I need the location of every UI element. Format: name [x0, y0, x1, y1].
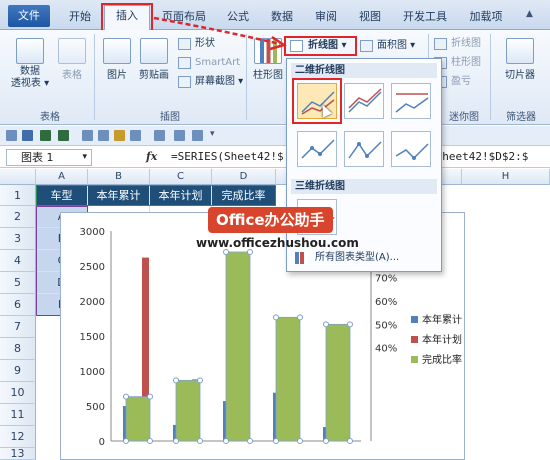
formula-bar: 图表 1 ▾ fx =SERIES(Sheet42!$ ,Sheet42!$D$2… — [0, 147, 550, 168]
row-header[interactable]: 2 — [0, 206, 36, 228]
row-header[interactable]: 9 — [0, 360, 36, 382]
selection-handle — [147, 438, 153, 444]
column-header[interactable]: D — [212, 169, 276, 185]
chevron-down-icon[interactable]: ▾ — [82, 150, 87, 165]
selection-handle — [273, 314, 279, 321]
selection-handle — [323, 321, 329, 328]
y-tick-label: 500 — [86, 402, 105, 413]
legend-swatch — [411, 336, 418, 343]
redo-icon[interactable] — [58, 130, 69, 141]
watermark-logo: Office办公助手 — [208, 207, 333, 233]
selection-handle — [297, 438, 303, 444]
row-header[interactable]: 5 — [0, 272, 36, 294]
format-icon[interactable] — [174, 130, 185, 141]
row-header[interactable]: 13 — [0, 448, 36, 460]
row-header[interactable]: 10 — [0, 382, 36, 404]
row-header[interactable]: 8 — [0, 338, 36, 360]
customize-toolbar-icon[interactable]: ▾ — [210, 129, 215, 139]
copy-icon[interactable] — [98, 130, 109, 141]
y-tick-label: 2000 — [80, 297, 105, 308]
legend-label: 本年计划 — [422, 333, 462, 346]
sort-icon[interactable] — [114, 130, 125, 141]
selection-handle — [247, 249, 253, 255]
save-icon[interactable] — [22, 130, 33, 141]
percent-line-icon — [395, 93, 429, 113]
bar-完成比率 — [275, 316, 301, 442]
row-header[interactable]: 12 — [0, 426, 36, 448]
percent-line-markers-option[interactable] — [391, 131, 431, 167]
selection-handle — [197, 438, 203, 444]
name-box[interactable]: 图表 1 ▾ — [6, 149, 92, 166]
row-header[interactable]: 4 — [0, 250, 36, 272]
chart-types-icon — [295, 252, 308, 264]
select-all-corner[interactable] — [0, 169, 36, 185]
bar-完成比率 — [225, 251, 251, 442]
y-tick-label: 0 — [99, 437, 105, 448]
bar-完成比率 — [325, 323, 351, 442]
column-header[interactable]: H — [462, 169, 550, 185]
selection-handle — [297, 314, 303, 321]
y2-tick-label: 50% — [375, 320, 397, 331]
legend-swatch — [411, 356, 418, 363]
selection-handle — [197, 377, 203, 384]
dropdown-section-2d: 二维折线图 — [291, 63, 437, 78]
y2-tick-label: 70% — [375, 274, 397, 285]
camera-icon[interactable] — [192, 130, 203, 141]
column-header[interactable]: A — [36, 169, 88, 185]
dropdown-section-3d: 三维折线图 — [291, 179, 437, 194]
selection-handle — [173, 377, 179, 384]
legend-label: 本年累计 — [422, 313, 462, 326]
row-header[interactable]: 3 — [0, 228, 36, 250]
excel-icon[interactable] — [6, 130, 17, 141]
column-header[interactable]: C — [150, 169, 212, 185]
quick-access-toolbar: ▾ — [0, 126, 550, 146]
row-header[interactable]: 11 — [0, 404, 36, 426]
selection-handle — [347, 321, 353, 328]
watermark-url: www.officezhushou.com — [196, 236, 359, 250]
selection-handle — [147, 393, 153, 400]
stacked-line-icon — [348, 88, 382, 113]
selection-handle — [323, 438, 329, 444]
selection-handle — [347, 438, 353, 444]
stacked-line-markers-option[interactable] — [344, 131, 384, 167]
selection-range-border — [36, 185, 276, 206]
row-header[interactable]: 7 — [0, 316, 36, 338]
stacked-line-markers-icon — [348, 141, 382, 159]
y2-tick-label: 40% — [375, 344, 397, 355]
percent-line-markers-icon — [395, 143, 429, 160]
undo-icon[interactable] — [40, 130, 51, 141]
line-markers-icon — [301, 139, 335, 159]
column-header[interactable]: B — [88, 169, 150, 185]
highlight-line-option — [292, 78, 342, 124]
y-tick-label: 3000 — [80, 227, 105, 238]
y-tick-label: 1000 — [80, 367, 105, 378]
print-preview-icon[interactable] — [82, 130, 93, 141]
selection-handle — [223, 249, 229, 255]
border-icon[interactable] — [154, 130, 165, 141]
y-tick-label: 1500 — [80, 332, 105, 343]
zoom-icon[interactable] — [130, 130, 141, 141]
row-header[interactable]: 6 — [0, 294, 36, 316]
all-chart-types-item[interactable]: 所有图表类型(A)... — [291, 249, 437, 267]
selection-handle — [173, 438, 179, 444]
selection-handle — [247, 438, 253, 444]
legend-label: 完成比率 — [422, 353, 462, 366]
y-tick-label: 2500 — [80, 262, 105, 273]
selection-handle — [123, 438, 129, 444]
y2-tick-label: 60% — [375, 297, 397, 308]
bar-完成比率 — [125, 396, 151, 442]
selection-handle — [273, 438, 279, 444]
selection-handle — [123, 393, 129, 400]
percent-line-chart-option[interactable] — [391, 83, 431, 119]
line-with-markers-option[interactable] — [297, 131, 337, 167]
stacked-line-chart-option[interactable] — [344, 83, 384, 119]
fx-icon[interactable]: fx — [146, 150, 157, 163]
bar-完成比率 — [175, 379, 201, 442]
selection-handle — [223, 438, 229, 444]
row-header[interactable]: 1 — [0, 185, 36, 206]
legend-swatch — [411, 316, 418, 323]
